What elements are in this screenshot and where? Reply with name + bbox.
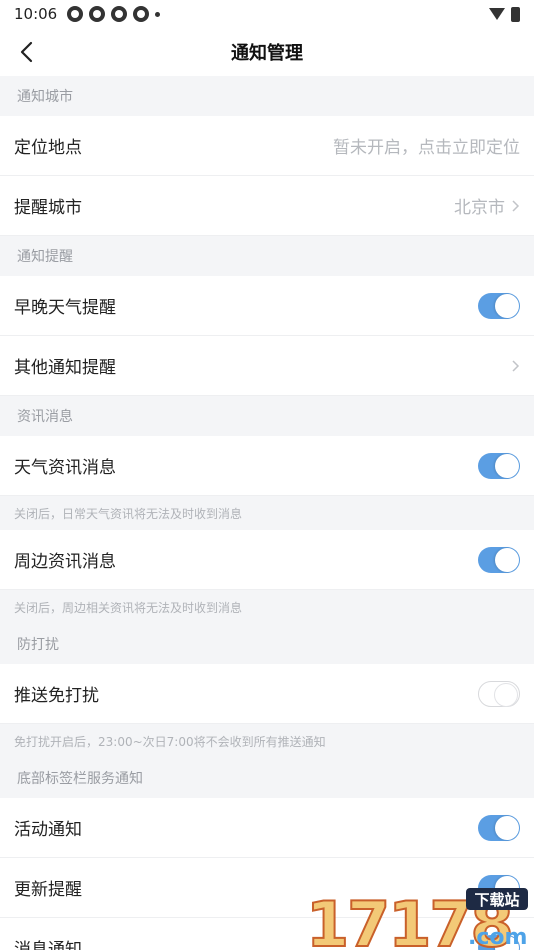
nearby-news-label: 周边资讯消息 (14, 552, 116, 572)
app-notification-icon (67, 6, 84, 22)
remind-city-value: 北京市 (454, 198, 505, 218)
section-header-remind: 通知提醒 (0, 236, 534, 276)
watermark-suffix: .com (468, 925, 527, 950)
chevron-right-icon (512, 199, 520, 212)
weather-news-row: 天气资讯消息 (0, 436, 534, 496)
push-dnd-label: 推送免打扰 (14, 686, 99, 706)
weather-news-label: 天气资讯消息 (14, 458, 116, 478)
remind-city-label: 提醒城市 (14, 198, 82, 218)
push-dnd-row: 推送免打扰 (0, 664, 534, 724)
section-header-dnd: 防打扰 (0, 624, 534, 664)
chevron-left-icon (20, 41, 33, 63)
location-value: 暂未开启，点击立即定位 (333, 138, 520, 158)
chevron-right-icon (512, 359, 520, 372)
activity-toggle[interactable] (478, 814, 520, 841)
weather-news-toggle[interactable] (478, 452, 520, 479)
status-time: 10:06 (14, 5, 58, 23)
other-remind-row[interactable]: 其他通知提醒 (0, 336, 534, 396)
site-watermark-logo: 17178 下载站 .com (305, 887, 528, 950)
location-row[interactable]: 定位地点 暂未开启，点击立即定位 (0, 116, 534, 176)
section-header-city: 通知城市 (0, 76, 534, 116)
section-header-news: 资讯消息 (0, 396, 534, 436)
status-bar: 10:06 (0, 0, 534, 28)
notification-icons (67, 6, 161, 22)
nearby-news-note: 关闭后，周边相关资讯将无法及时收到消息 (0, 590, 534, 624)
morning-evening-label: 早晚天气提醒 (14, 298, 116, 318)
system-icons (489, 6, 520, 22)
message-label: 消息通知 (14, 940, 82, 950)
nearby-news-row: 周边资讯消息 (0, 530, 534, 590)
app-notification-icon (133, 6, 150, 22)
push-dnd-note: 免打扰开启后，23:00~次日7:00将不会收到所有推送通知 (0, 724, 534, 758)
activity-row: 活动通知 (0, 798, 534, 858)
back-button[interactable] (12, 38, 40, 66)
remind-city-value-wrap: 北京市 (454, 193, 520, 218)
morning-evening-toggle[interactable] (478, 292, 520, 319)
wifi-icon (489, 8, 505, 20)
activity-label: 活动通知 (14, 820, 82, 840)
app-notification-icon (89, 6, 106, 22)
push-dnd-toggle[interactable] (478, 680, 520, 707)
watermark-badge: 下载站 (474, 891, 519, 909)
morning-evening-row: 早晚天气提醒 (0, 276, 534, 336)
app-notification-icon (111, 6, 128, 22)
nearby-news-toggle[interactable] (478, 546, 520, 573)
more-notifications-icon (155, 11, 161, 17)
other-remind-arrow (505, 359, 520, 373)
location-label: 定位地点 (14, 138, 82, 158)
page-title: 通知管理 (231, 43, 303, 64)
battery-icon (511, 6, 520, 22)
update-label: 更新提醒 (14, 880, 82, 900)
other-remind-label: 其他通知提醒 (14, 358, 116, 378)
section-header-tab-service: 底部标签栏服务通知 (0, 758, 534, 798)
remind-city-row[interactable]: 提醒城市 北京市 (0, 176, 534, 236)
weather-news-note: 关闭后，日常天气资讯将无法及时收到消息 (0, 496, 534, 530)
nav-bar: 通知管理 (0, 28, 534, 76)
